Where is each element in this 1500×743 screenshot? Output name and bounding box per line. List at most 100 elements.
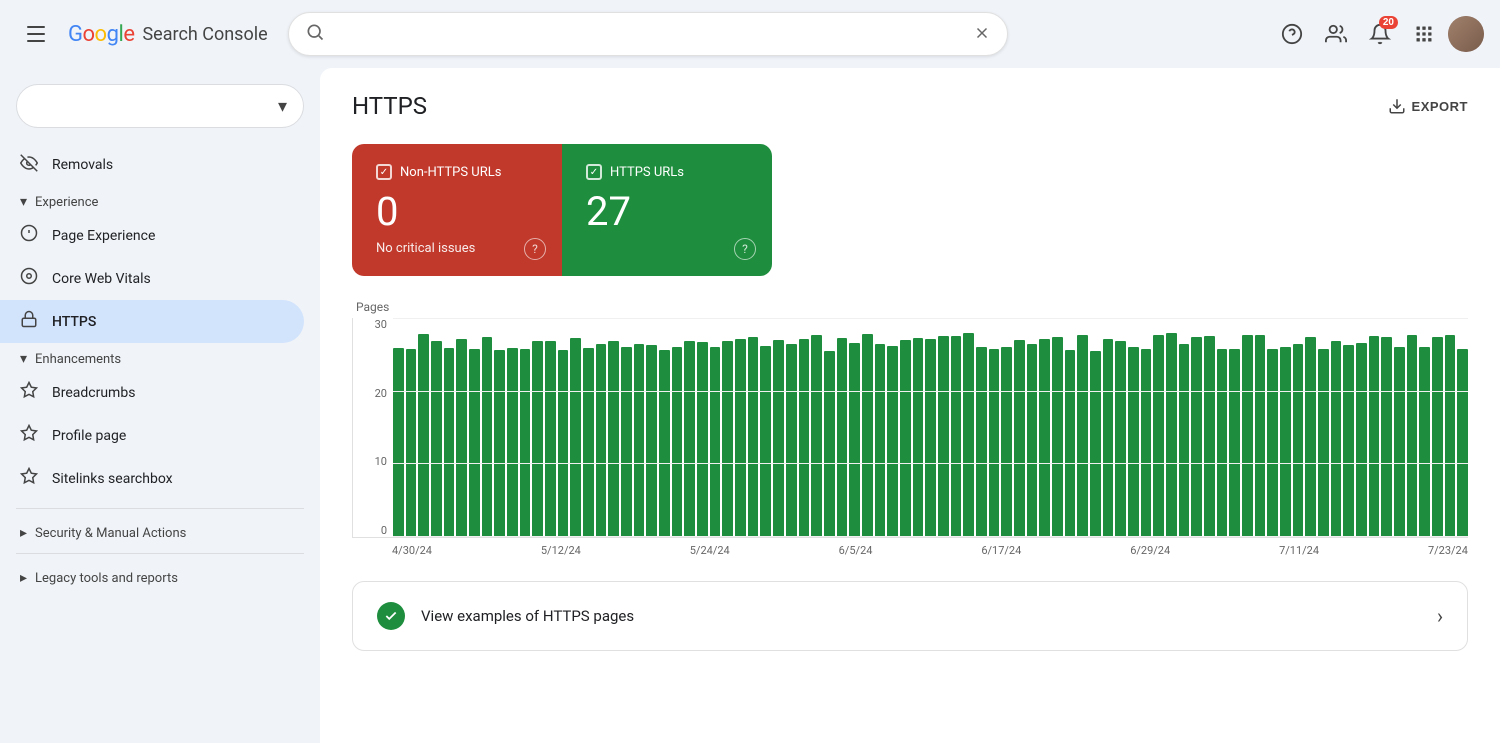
section-label: Security & Manual Actions — [35, 526, 186, 541]
chart-bar — [900, 340, 911, 537]
chart-bar — [1039, 339, 1050, 537]
apps-button[interactable] — [1404, 14, 1444, 54]
chart-bar — [545, 341, 556, 537]
https-value: 27 — [586, 188, 748, 235]
chart-bar — [925, 339, 936, 537]
chart-bar — [1318, 349, 1329, 537]
sidebar-item-removals[interactable]: Removals — [0, 144, 304, 186]
https-card: ✓ HTTPS URLs 27 ? — [562, 144, 772, 276]
section-header-experience[interactable]: ▾ Experience — [0, 186, 320, 214]
chart-bar — [849, 343, 860, 537]
non-https-label: ✓ Non-HTTPS URLs — [376, 164, 538, 180]
chart-bar — [482, 337, 493, 537]
search-icon — [305, 22, 325, 46]
menu-button[interactable] — [16, 14, 56, 54]
chart-bar — [1305, 337, 1316, 537]
section-header-security[interactable]: ▸ Security & Manual Actions — [0, 517, 320, 545]
green-check-icon — [377, 602, 405, 630]
sidebar-item-profile-page[interactable]: Profile page — [0, 414, 304, 457]
header-actions: 20 — [1272, 14, 1484, 54]
chart-bar — [1065, 350, 1076, 537]
main-content: HTTPS EXPORT ✓ Non-HTTPS URLs 0 No criti… — [320, 68, 1500, 743]
chart-bar — [1128, 347, 1139, 537]
chart-bar — [811, 335, 822, 537]
section-header-enhancements[interactable]: ▾ Enhancements — [0, 343, 320, 371]
app-name: Search Console — [142, 24, 267, 45]
page-title: HTTPS — [352, 92, 427, 120]
notification-badge: 20 — [1379, 16, 1398, 29]
sidebar-item-core-web-vitals[interactable]: Core Web Vitals — [0, 257, 304, 300]
removals-icon — [20, 154, 38, 176]
sidebar-divider — [16, 508, 304, 509]
chart-bar — [938, 336, 949, 537]
search-clear-button[interactable] — [973, 24, 991, 45]
sidebar-item-breadcrumbs[interactable]: Breadcrumbs — [0, 371, 304, 414]
hamburger-icon — [27, 26, 45, 42]
chart-bar — [1280, 347, 1291, 537]
chart-bar — [621, 347, 632, 537]
chart-bar — [418, 334, 429, 537]
chart-bar — [824, 351, 835, 537]
chart-bar — [1255, 335, 1266, 537]
chart-bar — [748, 337, 759, 537]
app-logo: Google Search Console — [68, 22, 268, 47]
user-management-button[interactable] — [1316, 14, 1356, 54]
non-https-info-icon[interactable]: ? — [524, 238, 546, 260]
page-header: HTTPS EXPORT — [352, 92, 1468, 120]
breadcrumbs-icon — [20, 381, 38, 404]
https-info-icon[interactable]: ? — [734, 238, 756, 260]
x-label-4: 6/5/24 — [839, 544, 873, 557]
sidebar-item-page-experience[interactable]: Page Experience — [0, 214, 304, 257]
export-button[interactable]: EXPORT — [1388, 97, 1468, 115]
chart-bar — [684, 341, 695, 537]
chart-y-label: Pages — [352, 300, 1468, 314]
chart-bar — [722, 341, 733, 537]
search-input[interactable] — [335, 26, 963, 43]
chart-bar — [837, 338, 848, 537]
chart-bar — [1445, 335, 1456, 537]
x-label-3: 5/24/24 — [690, 544, 730, 557]
page-experience-icon — [20, 224, 38, 247]
top-header: Google Search Console — [0, 0, 1500, 68]
chart-y-tick-0: 0 — [353, 524, 393, 537]
property-selector[interactable]: ▾ — [16, 84, 304, 128]
chart-bar — [1242, 335, 1253, 537]
chevron-right-icon: ▸ — [20, 570, 27, 586]
x-label-2: 5/12/24 — [541, 544, 581, 557]
search-bar — [288, 12, 1008, 56]
chart-bar — [1191, 337, 1202, 537]
sidebar-item-sitelinks-searchbox[interactable]: Sitelinks searchbox — [0, 457, 304, 500]
sidebar-item-label: Breadcrumbs — [52, 385, 288, 401]
chart-bar — [786, 344, 797, 537]
chart-y-tick-10: 10 — [353, 455, 393, 468]
chevron-down-icon: ▾ — [20, 351, 27, 367]
chart-bar — [596, 344, 607, 537]
chart-y-tick-20: 20 — [353, 387, 393, 400]
user-avatar[interactable] — [1448, 16, 1484, 52]
chart-bar — [976, 347, 987, 537]
chart-bar — [735, 339, 746, 537]
chart-bar — [1432, 337, 1443, 537]
https-checkbox: ✓ — [586, 164, 602, 180]
chart-bar — [1331, 341, 1342, 537]
chart-bar — [634, 344, 645, 537]
chart-bar — [406, 349, 417, 537]
chart-bar — [963, 333, 974, 537]
sidebar-item-https[interactable]: HTTPS — [0, 300, 304, 343]
chart-x-axis: 4/30/24 5/12/24 5/24/24 6/5/24 6/17/24 6… — [352, 544, 1468, 557]
chart-bar — [760, 346, 771, 537]
help-button[interactable] — [1272, 14, 1312, 54]
non-https-card: ✓ Non-HTTPS URLs 0 No critical issues ? — [352, 144, 562, 276]
chart-bar — [444, 348, 455, 537]
notifications-button[interactable]: 20 — [1360, 14, 1400, 54]
view-examples-card[interactable]: View examples of HTTPS pages › — [352, 581, 1468, 651]
sidebar-item-label: HTTPS — [52, 314, 288, 330]
https-label: ✓ HTTPS URLs — [586, 164, 748, 180]
sitelinks-searchbox-icon — [20, 467, 38, 490]
section-header-legacy[interactable]: ▸ Legacy tools and reports — [0, 562, 320, 590]
chart-bar — [1141, 349, 1152, 537]
chart-bar — [507, 348, 518, 537]
chart-bar — [1356, 343, 1367, 537]
chart-y-tick-30: 30 — [353, 318, 393, 331]
core-web-vitals-icon — [20, 267, 38, 290]
